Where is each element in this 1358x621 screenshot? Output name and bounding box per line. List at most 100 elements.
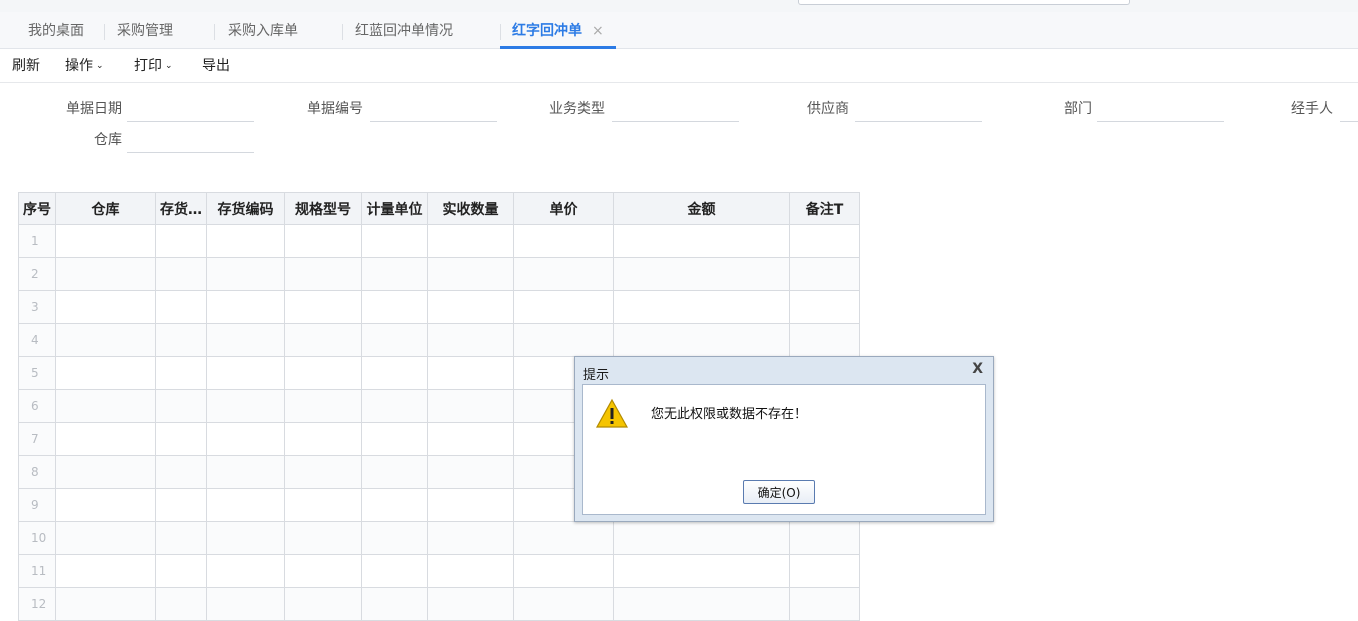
grid-cell[interactable]: [206, 389, 285, 423]
table-row[interactable]: 11: [18, 554, 860, 588]
grid-cell[interactable]: [613, 290, 790, 324]
grid-cell[interactable]: [284, 422, 362, 456]
grid-cell[interactable]: [361, 521, 428, 555]
grid-cell[interactable]: [789, 554, 860, 588]
grid-cell[interactable]: [427, 422, 514, 456]
row-number-cell[interactable]: 6: [18, 389, 56, 423]
col-header-stock-code[interactable]: 存货编码: [206, 192, 285, 225]
close-icon[interactable]: ×: [592, 23, 604, 39]
grid-cell[interactable]: [155, 488, 207, 522]
grid-cell[interactable]: [427, 554, 514, 588]
grid-cell[interactable]: [155, 356, 207, 390]
grid-cell[interactable]: [55, 290, 156, 324]
grid-cell[interactable]: [206, 224, 285, 258]
doc-date-field[interactable]: [127, 97, 254, 122]
grid-cell[interactable]: [513, 587, 614, 621]
grid-cell[interactable]: [613, 323, 790, 357]
grid-cell[interactable]: [206, 290, 285, 324]
grid-cell[interactable]: [789, 587, 860, 621]
grid-cell[interactable]: [513, 224, 614, 258]
grid-cell[interactable]: [427, 455, 514, 489]
grid-cell[interactable]: [155, 323, 207, 357]
tab-my-desktop[interactable]: 我的桌面: [28, 12, 84, 48]
grid-cell[interactable]: [55, 587, 156, 621]
grid-cell[interactable]: [613, 224, 790, 258]
grid-cell[interactable]: [284, 521, 362, 555]
grid-cell[interactable]: [155, 389, 207, 423]
grid-cell[interactable]: [206, 488, 285, 522]
grid-cell[interactable]: [427, 323, 514, 357]
row-number-cell[interactable]: 2: [18, 257, 56, 291]
grid-cell[interactable]: [284, 488, 362, 522]
col-header-unit[interactable]: 计量单位: [361, 192, 428, 225]
grid-cell[interactable]: [155, 587, 207, 621]
grid-cell[interactable]: [361, 422, 428, 456]
grid-cell[interactable]: [361, 290, 428, 324]
grid-cell[interactable]: [427, 389, 514, 423]
grid-cell[interactable]: [284, 323, 362, 357]
table-row[interactable]: 12: [18, 587, 860, 621]
table-row[interactable]: 2: [18, 257, 860, 291]
grid-cell[interactable]: [284, 224, 362, 258]
grid-cell[interactable]: [55, 356, 156, 390]
grid-cell[interactable]: [155, 290, 207, 324]
grid-cell[interactable]: [55, 224, 156, 258]
grid-cell[interactable]: [284, 587, 362, 621]
grid-cell[interactable]: [206, 587, 285, 621]
grid-cell[interactable]: [789, 323, 860, 357]
grid-cell[interactable]: [789, 224, 860, 258]
grid-cell[interactable]: [789, 257, 860, 291]
grid-cell[interactable]: [206, 554, 285, 588]
grid-cell[interactable]: [206, 422, 285, 456]
row-number-cell[interactable]: 7: [18, 422, 56, 456]
grid-cell[interactable]: [613, 521, 790, 555]
grid-cell[interactable]: [513, 521, 614, 555]
grid-cell[interactable]: [361, 323, 428, 357]
grid-cell[interactable]: [361, 455, 428, 489]
table-row[interactable]: 1: [18, 224, 860, 258]
grid-cell[interactable]: [513, 257, 614, 291]
grid-cell[interactable]: [155, 422, 207, 456]
grid-cell[interactable]: [513, 554, 614, 588]
col-header-amount[interactable]: 金额: [613, 192, 790, 225]
table-row[interactable]: 4: [18, 323, 860, 357]
tab-red-offset-doc[interactable]: 红字回冲单 ×: [500, 12, 616, 49]
grid-cell[interactable]: [55, 554, 156, 588]
grid-cell[interactable]: [789, 521, 860, 555]
grid-cell[interactable]: [427, 224, 514, 258]
global-search-box[interactable]: [798, 0, 1130, 5]
grid-cell[interactable]: [55, 323, 156, 357]
row-number-cell[interactable]: 9: [18, 488, 56, 522]
grid-cell[interactable]: [284, 389, 362, 423]
row-number-cell[interactable]: 4: [18, 323, 56, 357]
ok-button[interactable]: 确定(O): [743, 480, 815, 504]
grid-cell[interactable]: [55, 257, 156, 291]
col-header-remark[interactable]: 备注T: [789, 192, 860, 225]
grid-cell[interactable]: [206, 356, 285, 390]
grid-cell[interactable]: [55, 455, 156, 489]
row-number-cell[interactable]: 1: [18, 224, 56, 258]
grid-cell[interactable]: [789, 290, 860, 324]
grid-cell[interactable]: [427, 587, 514, 621]
grid-cell[interactable]: [206, 521, 285, 555]
tab-purchase-management[interactable]: 采购管理: [117, 12, 173, 48]
grid-cell[interactable]: [284, 554, 362, 588]
grid-cell[interactable]: [155, 224, 207, 258]
table-row[interactable]: 3: [18, 290, 860, 324]
row-number-cell[interactable]: 12: [18, 587, 56, 621]
grid-cell[interactable]: [55, 422, 156, 456]
operate-menu-button[interactable]: 操作 ⌄: [65, 49, 104, 82]
grid-cell[interactable]: [155, 257, 207, 291]
col-header-seq[interactable]: 序号: [18, 192, 56, 225]
grid-cell[interactable]: [613, 554, 790, 588]
grid-cell[interactable]: [361, 224, 428, 258]
col-header-stock-name[interactable]: 存货…: [155, 192, 207, 225]
grid-cell[interactable]: [155, 455, 207, 489]
grid-cell[interactable]: [155, 521, 207, 555]
col-header-spec[interactable]: 规格型号: [284, 192, 362, 225]
grid-cell[interactable]: [284, 455, 362, 489]
row-number-cell[interactable]: 5: [18, 356, 56, 390]
col-header-warehouse[interactable]: 仓库: [55, 192, 156, 225]
col-header-qty[interactable]: 实收数量: [427, 192, 514, 225]
grid-cell[interactable]: [55, 488, 156, 522]
